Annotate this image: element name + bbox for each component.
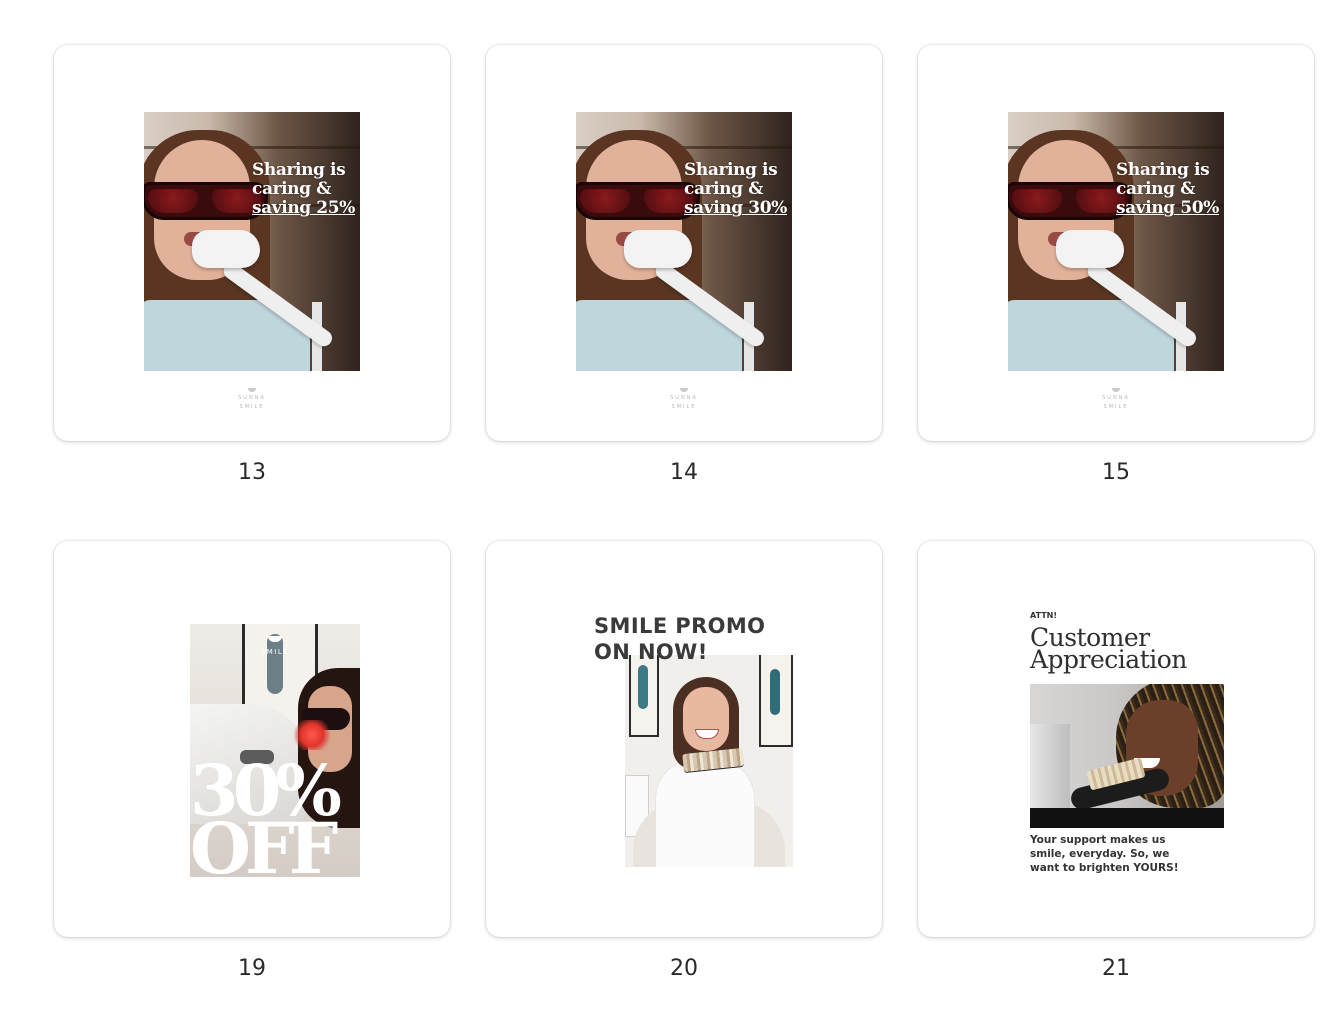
template-photo: SMILE 30% OFF [190, 624, 360, 877]
discount-headline: 30% OFF [190, 749, 342, 878]
template-photo: Sharing is caring & saving 25% [144, 112, 360, 371]
promo-headline: Sharing is caring & saving 50% [1116, 160, 1219, 218]
template-photo: Sharing is caring & saving 50% [1008, 112, 1224, 371]
promo-headline: SMILE PROMO ON NOW! [594, 614, 766, 664]
brand-logo-icon: SUNNA SMILE [232, 388, 272, 420]
page-number: 19 [238, 956, 266, 981]
page-number: 14 [670, 460, 698, 485]
template-body-text: Your support makes us smile, everyday. S… [1030, 834, 1179, 874]
page-number: 13 [238, 460, 266, 485]
template-card-21[interactable]: ATTN! Customer Appreciation Your support… [918, 541, 1314, 937]
brand-logo-icon: SUNNA SMILE [664, 388, 704, 420]
template-photo [625, 655, 793, 867]
template-card-20[interactable]: SMILE PROMO ON NOW! [486, 541, 882, 937]
attn-label: ATTN! [1030, 611, 1058, 620]
brand-logo-icon: SUNNA SMILE [1096, 388, 1136, 420]
template-photo: Sharing is caring & saving 30% [576, 112, 792, 371]
page-number: 21 [1102, 956, 1130, 981]
template-card-13[interactable]: Sharing is caring & saving 25% SUNNA SMI… [54, 45, 450, 441]
promo-headline: Sharing is caring & saving 25% [252, 160, 355, 218]
promo-headline: Sharing is caring & saving 30% [684, 160, 787, 218]
template-card-19[interactable]: SMILE 30% OFF [54, 541, 450, 937]
brand-logo-icon: SMILE [190, 636, 360, 656]
template-photo [1030, 684, 1224, 828]
template-card-14[interactable]: Sharing is caring & saving 30% SUNNA SMI… [486, 45, 882, 441]
template-card-15[interactable]: Sharing is caring & saving 50% SUNNA SMI… [918, 45, 1314, 441]
page-number: 15 [1102, 460, 1130, 485]
template-title: Customer Appreciation [1030, 623, 1187, 674]
page-number: 20 [670, 956, 698, 981]
